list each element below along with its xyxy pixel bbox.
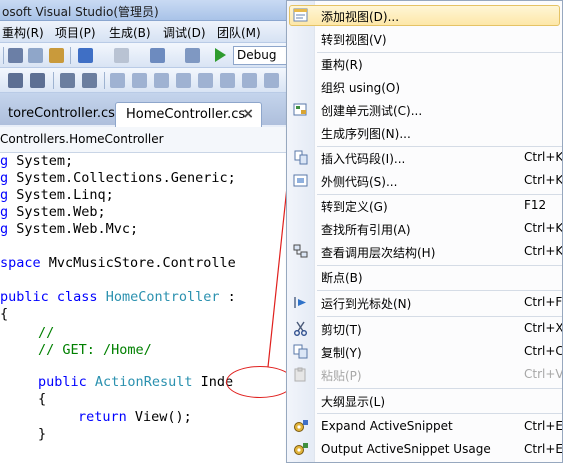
menu-item-shortcut: Ctrl+X [524, 321, 563, 335]
paste-icon [294, 367, 306, 382]
menu-item-label: 外侧代码(S)... [321, 175, 398, 189]
copy-icon [293, 344, 308, 359]
output-snippet-icon [294, 443, 308, 455]
menu-item-copy[interactable]: 复制(Y) Ctrl+C [287, 340, 563, 363]
call-hierarchy-icon [293, 244, 308, 258]
menu-item-refactor[interactable]: 重构(R) [287, 52, 562, 75]
menu-item-outlining[interactable]: 大纲显示(L) [287, 389, 562, 412]
menu-item-label: 插入代码段(I)... [321, 152, 406, 166]
menu-item-label: 查看调用层次结构(H) [321, 246, 436, 260]
menu-separator [317, 413, 562, 414]
menu-item-label: 转到视图(V) [321, 33, 387, 47]
run-to-cursor-icon [294, 297, 306, 308]
menu-item-view-call-hierarchy[interactable]: 查看调用层次结构(H) Ctrl+K, [287, 240, 563, 263]
insert-snippet-icon [294, 150, 308, 165]
menu-item-label: 断点(B) [321, 271, 363, 285]
menu-item-shortcut: Ctrl+K, [524, 221, 563, 235]
scissors-icon [294, 321, 307, 336]
menu-item-breakpoint[interactable]: 断点(B) [287, 265, 562, 288]
context-menu: 添加视图(D)... 转到视图(V) 重构(R) 组织 using(O) 创建单… [286, 0, 563, 463]
unit-test-icon [293, 103, 307, 116]
menu-item-label: 创建单元测试(C)... [321, 104, 423, 118]
menu-item-create-unit-tests[interactable]: 创建单元测试(C)... [287, 98, 562, 121]
surround-with-icon [293, 174, 308, 187]
menu-item-label: 组织 using(O) [321, 81, 401, 95]
menu-item-shortcut: Ctrl+E, [524, 442, 563, 456]
menu-item-add-view[interactable]: 添加视图(D)... [287, 4, 562, 27]
menu-item-find-all-references[interactable]: 查找所有引用(A) Ctrl+K, [287, 217, 563, 240]
menu-item-label: 转到定义(G) [321, 200, 388, 214]
menu-item-shortcut: Ctrl+V [524, 367, 563, 381]
menu-item-surround-with[interactable]: 外侧代码(S)... Ctrl+K, [287, 169, 563, 192]
menu-item-expand-activesnippet[interactable]: Expand ActiveSnippet Ctrl+E, [287, 415, 563, 438]
menu-item-label: 复制(Y) [321, 346, 362, 360]
menu-item-cut[interactable]: 剪切(T) Ctrl+X [287, 317, 563, 340]
menu-item-shortcut: Ctrl+E, [524, 419, 563, 433]
menu-item-output-activesnippet-usage[interactable]: Output ActiveSnippet Usage Ctrl+E, [287, 438, 563, 461]
menu-item-label: 添加视图(D)... [321, 10, 400, 24]
menu-item-shortcut: Ctrl+F1 [524, 295, 563, 309]
menu-item-label: 剪切(T) [321, 323, 362, 337]
menu-item-label: 大纲显示(L) [321, 395, 386, 409]
menu-item-label: 粘贴(P) [321, 369, 362, 383]
menu-item-organize-usings[interactable]: 组织 using(O) [287, 75, 562, 98]
menu-item-paste[interactable]: 粘贴(P) Ctrl+V [287, 363, 563, 386]
menu-item-label: 重构(R) [321, 58, 363, 72]
menu-item-label: Output ActiveSnippet Usage [321, 442, 491, 456]
menu-item-label: 运行到光标处(N) [321, 297, 412, 311]
menu-item-shortcut: Ctrl+K, [524, 244, 563, 258]
menu-item-insert-snippet[interactable]: 插入代码段(I)... Ctrl+K, [287, 146, 563, 169]
menu-item-run-to-cursor[interactable]: 运行到光标处(N) Ctrl+F1 [287, 291, 563, 314]
add-view-icon [293, 8, 308, 22]
menu-item-go-to-definition[interactable]: 转到定义(G) F12 [287, 194, 562, 217]
menu-item-shortcut: Ctrl+K, [524, 173, 563, 187]
menu-item-shortcut: F12 [524, 198, 547, 212]
menu-item-generate-sequence-diagram[interactable]: 生成序列图(N)... [287, 121, 562, 144]
menu-item-label: 查找所有引用(A) [321, 223, 411, 237]
menu-item-label: 生成序列图(N)... [321, 127, 411, 141]
menu-item-shortcut: Ctrl+C [524, 344, 563, 358]
expand-snippet-icon [294, 420, 308, 432]
menu-item-shortcut: Ctrl+K, [524, 150, 563, 164]
menu-item-go-to-view[interactable]: 转到视图(V) [287, 27, 562, 50]
menu-item-label: Expand ActiveSnippet [321, 419, 453, 433]
